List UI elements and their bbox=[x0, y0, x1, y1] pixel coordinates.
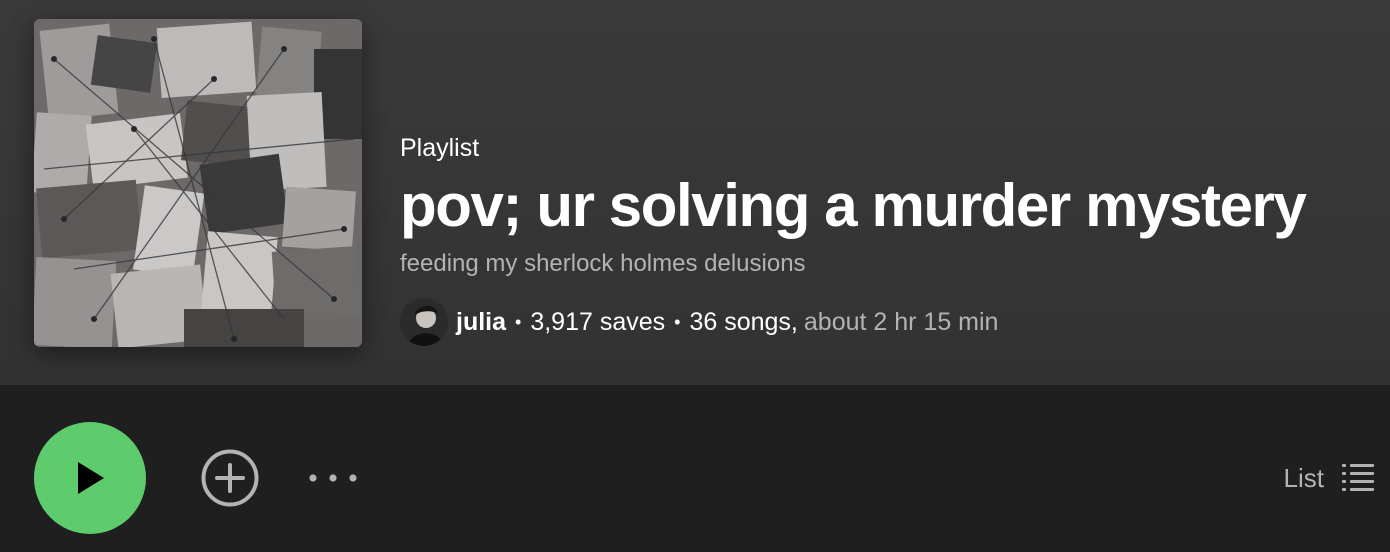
more-horizontal-icon bbox=[309, 474, 357, 482]
playlist-cover-image[interactable] bbox=[34, 19, 362, 347]
view-mode-label: List bbox=[1283, 462, 1324, 493]
cover-collage bbox=[34, 19, 362, 347]
owner-avatar[interactable] bbox=[400, 298, 448, 346]
playlist-info: Playlist pov; ur solving a murder myster… bbox=[400, 0, 1380, 385]
add-to-library-button[interactable] bbox=[200, 448, 260, 508]
playlist-title[interactable]: pov; ur solving a murder mystery bbox=[400, 176, 1307, 236]
saves-count: 3,917 saves bbox=[530, 307, 666, 336]
play-icon bbox=[78, 462, 104, 494]
meta-separator: • bbox=[674, 311, 681, 332]
playlist-description: feeding my sherlock holmes delusions bbox=[400, 250, 806, 277]
meta-separator: • bbox=[515, 311, 522, 332]
list-view-icon bbox=[1342, 464, 1374, 491]
playlist-header: Playlist pov; ur solving a murder myster… bbox=[0, 0, 1390, 385]
view-mode-toggle[interactable]: List bbox=[1284, 458, 1374, 498]
add-circle-icon bbox=[201, 449, 259, 507]
playlist-meta: julia • 3,917 saves • 36 songs, about 2 … bbox=[400, 297, 998, 347]
play-button[interactable] bbox=[34, 422, 146, 534]
avatar-image bbox=[400, 298, 448, 346]
playlist-duration: about 2 hr 15 min bbox=[803, 307, 999, 336]
playlist-kind-label: Playlist bbox=[400, 134, 480, 162]
songs-count: 36 songs, bbox=[689, 307, 798, 336]
more-options-button[interactable] bbox=[305, 465, 361, 491]
action-bar: List bbox=[0, 385, 1390, 552]
owner-name-link[interactable]: julia bbox=[456, 308, 506, 337]
